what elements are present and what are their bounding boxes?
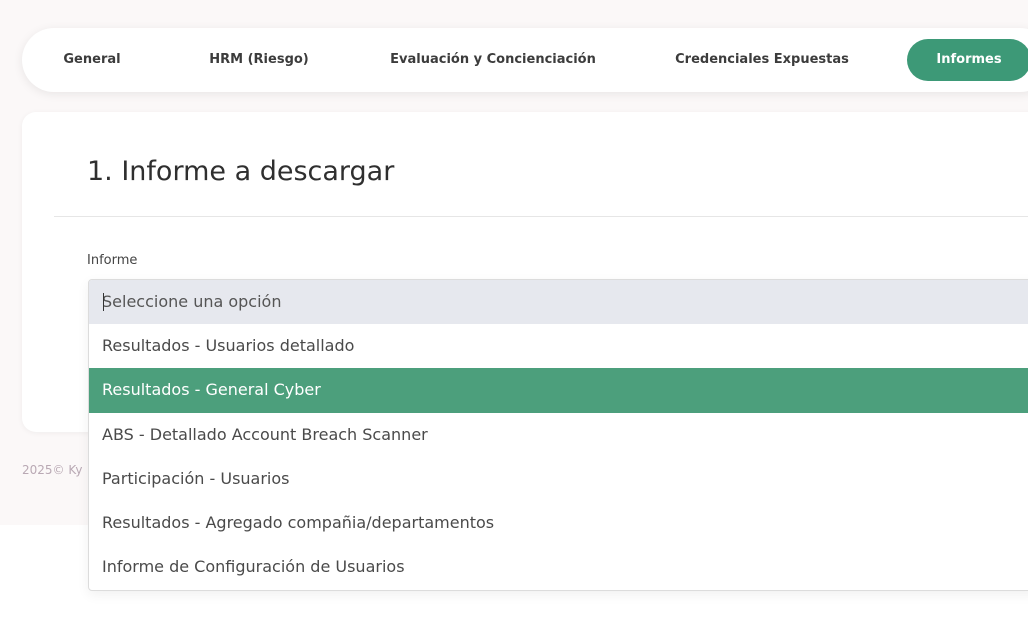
- option-informe-configuracion[interactable]: Informe de Configuración de Usuarios: [89, 545, 1028, 589]
- option-participacion-usuarios[interactable]: Participación - Usuarios: [89, 457, 1028, 501]
- option-resultados-usuarios-detallado[interactable]: Resultados - Usuarios detallado: [89, 324, 1028, 368]
- tab-general[interactable]: General: [44, 39, 140, 81]
- tab-credenciales-expuestas[interactable]: Credenciales Expuestas: [672, 39, 852, 81]
- tab-evaluacion-concienciacion[interactable]: Evaluación y Concienciación: [384, 39, 602, 81]
- report-field-label: Informe: [87, 253, 138, 268]
- text-cursor: [103, 293, 104, 311]
- section-divider: [54, 216, 1028, 217]
- option-abs-detallado[interactable]: ABS - Detallado Account Breach Scanner: [89, 413, 1028, 457]
- report-select-dropdown[interactable]: Resultados - Usuarios detallado Resultad…: [88, 279, 1028, 591]
- report-search-input[interactable]: [89, 280, 1028, 324]
- report-options-list: Resultados - Usuarios detallado Resultad…: [89, 324, 1028, 590]
- option-resultados-agregado[interactable]: Resultados - Agregado compañia/departame…: [89, 501, 1028, 545]
- option-resultados-general-cyber[interactable]: Resultados - General Cyber: [89, 368, 1028, 413]
- footer-copyright: 2025© Ky: [22, 463, 83, 477]
- tab-informes[interactable]: Informes: [907, 39, 1028, 81]
- report-tabs: General HRM (Riesgo) Evaluación y Concie…: [22, 28, 1028, 92]
- section-title: 1. Informe a descargar: [87, 156, 395, 187]
- tab-hrm-riesgo[interactable]: HRM (Riesgo): [194, 39, 324, 81]
